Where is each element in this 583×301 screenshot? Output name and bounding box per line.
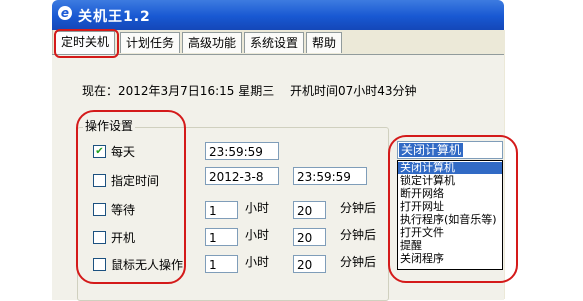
annotation-settings-highlight <box>76 110 186 284</box>
uptime-text: 开机时间07小时43分钟 <box>290 84 417 98</box>
daily-time-field[interactable]: 23:59:59 <box>205 142 279 160</box>
boot-hours-field[interactable]: 1 <box>205 228 238 246</box>
mouse-idle-minutes-unit: 分钟后 <box>340 255 377 269</box>
boot-minutes-field[interactable]: 20 <box>293 228 326 246</box>
mouse-idle-minutes-field[interactable]: 20 <box>293 255 326 273</box>
specified-time-field[interactable]: 23:59:59 <box>293 167 367 185</box>
window-title: 关机王1.2 <box>78 9 151 25</box>
annotation-tab-highlight <box>54 29 119 58</box>
mouse-idle-hours-unit: 小时 <box>245 255 270 269</box>
boot-hours-unit: 小时 <box>245 228 270 242</box>
mouse-idle-hours-field[interactable]: 1 <box>205 255 238 273</box>
specified-date-field[interactable]: 2012-3-8 <box>205 167 279 185</box>
wait-hours-field[interactable]: 1 <box>205 201 238 219</box>
boot-minutes-unit: 分钟后 <box>340 228 377 242</box>
app-icon: e <box>58 6 72 20</box>
current-time-text: 现在：2012年3月7日16:15 星期三 <box>82 84 275 98</box>
tab-settings[interactable]: 系统设置 <box>244 32 305 53</box>
annotation-dropdown-highlight <box>388 135 518 283</box>
wait-minutes-unit: 分钟后 <box>340 201 377 215</box>
tab-help[interactable]: 帮助 <box>306 32 343 53</box>
tab-advanced[interactable]: 高级功能 <box>182 32 243 53</box>
wait-hours-unit: 小时 <box>245 201 270 215</box>
tab-scheduled-tasks[interactable]: 计划任务 <box>120 32 181 53</box>
wait-minutes-field[interactable]: 20 <box>293 201 326 219</box>
